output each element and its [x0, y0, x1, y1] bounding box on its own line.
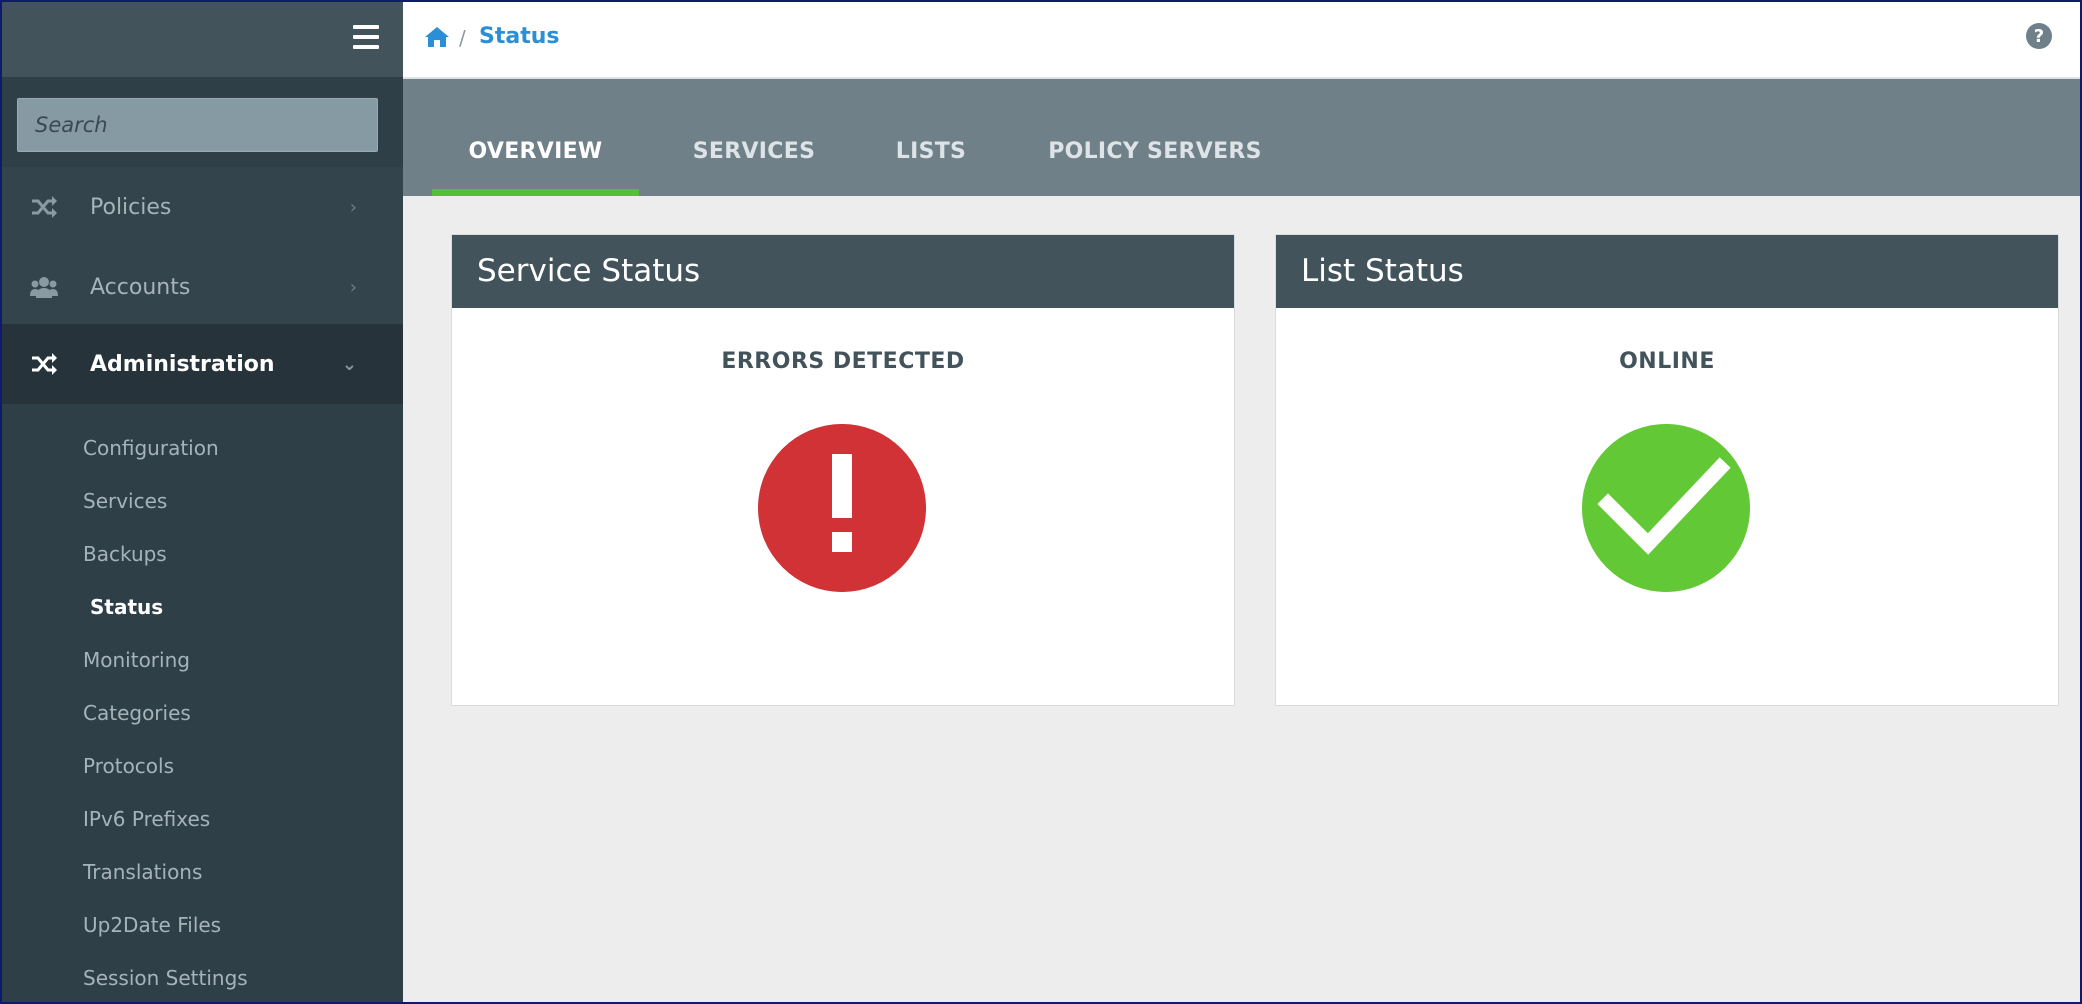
active-tab-underline	[432, 189, 639, 196]
sidebar-subitem-status[interactable]: Status	[90, 595, 163, 619]
sidebar-subitem-configuration[interactable]: Configuration	[83, 436, 219, 460]
sidebar-item-policies[interactable]: Policies ›	[2, 167, 403, 247]
sidebar-item-label: Policies	[90, 194, 172, 220]
sidebar-subitem-up2date-files[interactable]: Up2Date Files	[83, 913, 221, 937]
status-text: ERRORS DETECTED	[721, 349, 965, 374]
sidebar-subitem-ipv6-prefixes[interactable]: IPv6 Prefixes	[83, 807, 210, 831]
sidebar-subitem-session-settings[interactable]: Session Settings	[83, 966, 248, 990]
breadcrumb-separator: /	[459, 26, 466, 50]
card-title: Service Status	[452, 235, 1234, 308]
sidebar-item-label: Administration	[90, 351, 275, 377]
tab-label: OVERVIEW	[468, 139, 603, 164]
tab-overview[interactable]: OVERVIEW	[432, 139, 639, 196]
shuffle-icon	[32, 353, 57, 375]
chevron-right-icon: ›	[349, 276, 357, 298]
chevron-right-icon: ›	[349, 196, 357, 218]
check-icon	[1582, 424, 1750, 592]
tab-policy-servers[interactable]: POLICY SERVERS	[1025, 139, 1285, 196]
sidebar-subitem-backups[interactable]: Backups	[83, 542, 167, 566]
shuffle-icon	[32, 196, 57, 218]
sidebar-header	[2, 2, 403, 77]
home-icon[interactable]	[424, 25, 450, 49]
tab-services[interactable]: SERVICES	[673, 139, 835, 196]
sidebar-item-administration[interactable]: Administration ⌄	[2, 324, 403, 404]
hamburger-menu-icon[interactable]	[353, 25, 379, 49]
sidebar-item-accounts[interactable]: Accounts ›	[2, 247, 403, 327]
breadcrumb-current[interactable]: Status	[479, 24, 559, 49]
service-status-card: Service Status ERRORS DETECTED	[451, 234, 1235, 706]
sidebar-search	[17, 98, 378, 152]
list-status-card: List Status ONLINE	[1275, 234, 2059, 706]
sidebar-subitem-protocols[interactable]: Protocols	[83, 754, 174, 778]
card-title: List Status	[1276, 235, 2058, 308]
top-bar: / Status ?	[403, 2, 2080, 79]
status-text: ONLINE	[1619, 349, 1715, 374]
search-input[interactable]	[17, 98, 378, 152]
sidebar-subitem-monitoring[interactable]: Monitoring	[83, 648, 190, 672]
sidebar-item-label: Accounts	[90, 274, 191, 300]
sidebar-subitem-translations[interactable]: Translations	[83, 860, 202, 884]
help-icon[interactable]: ?	[2026, 23, 2052, 49]
tab-label: SERVICES	[692, 139, 816, 164]
chevron-down-icon: ⌄	[341, 353, 357, 375]
users-icon	[30, 277, 58, 298]
error-exclamation-icon	[758, 424, 926, 592]
sidebar-subitem-services[interactable]: Services	[83, 489, 167, 513]
tab-lists[interactable]: LISTS	[875, 139, 987, 196]
tab-label: LISTS	[895, 139, 967, 164]
app-window: Policies › Accounts › Administration	[2, 2, 2080, 1002]
tab-label: POLICY SERVERS	[1048, 139, 1262, 164]
tab-bar: OVERVIEW SERVICES LISTS POLICY SERVERS	[403, 79, 2080, 196]
sidebar-subitem-categories[interactable]: Categories	[83, 701, 191, 725]
sidebar: Policies › Accounts › Administration	[2, 2, 403, 1002]
